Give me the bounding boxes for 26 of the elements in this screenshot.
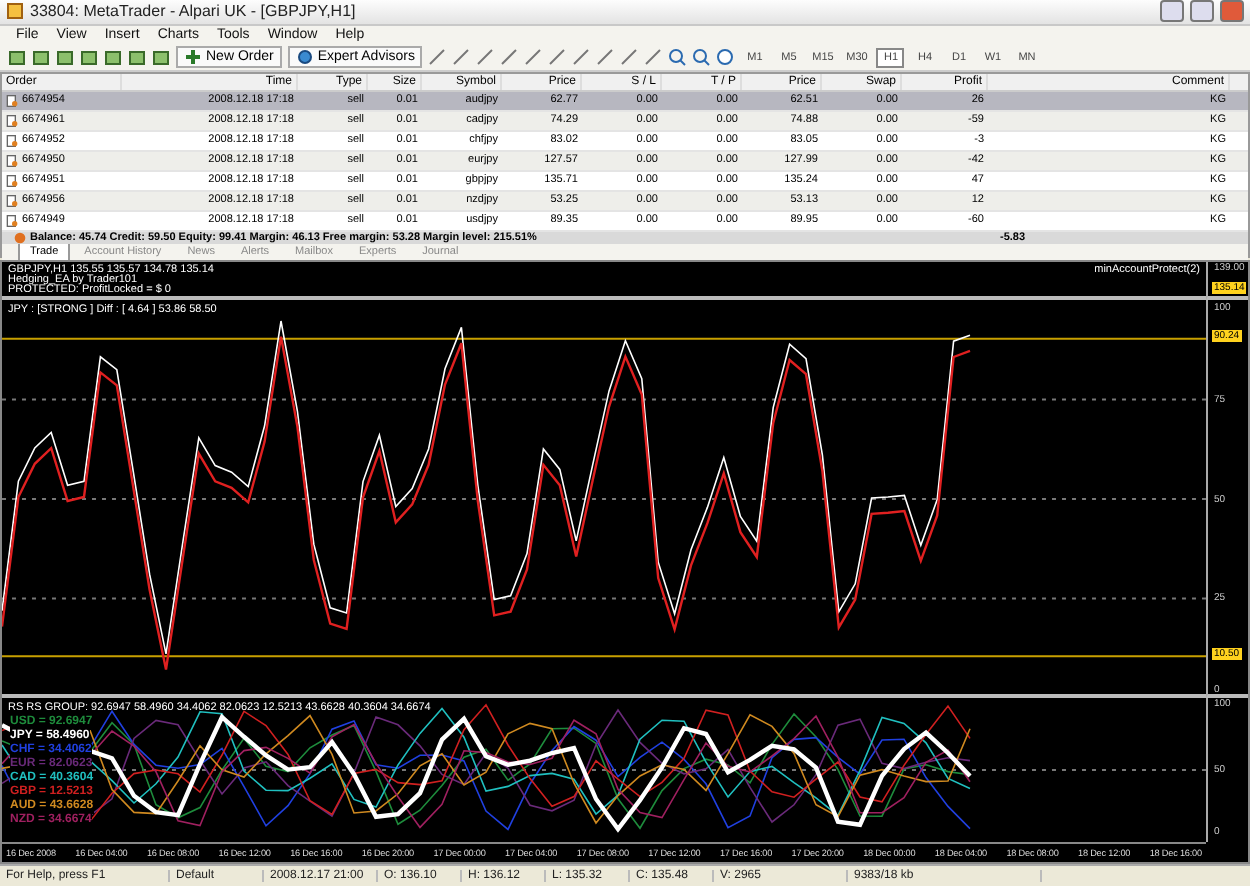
status-dot-icon (14, 231, 26, 244)
line-icon[interactable] (476, 48, 495, 66)
window-title: 33804: MetaTrader - Alpari UK - [GBPJPY,H1] (30, 2, 358, 21)
document-icon (6, 173, 18, 188)
line-icon[interactable] (572, 48, 591, 66)
document-icon (6, 93, 18, 108)
maximize-button[interactable] (1190, 0, 1214, 23)
app-icon (6, 2, 24, 21)
zoom-out-icon[interactable] (692, 48, 711, 66)
line-icon[interactable] (500, 48, 519, 66)
line-icon[interactable] (596, 48, 615, 66)
document-icon (6, 193, 18, 208)
minimize-button[interactable] (1160, 0, 1184, 23)
line-icon[interactable] (428, 48, 447, 66)
document-icon (6, 153, 18, 168)
close-button[interactable] (1220, 0, 1244, 23)
line-icon[interactable] (548, 48, 567, 66)
plus-icon (184, 48, 202, 66)
line-icon[interactable] (452, 48, 471, 66)
line-icon[interactable] (524, 48, 543, 66)
line-icon[interactable] (620, 48, 639, 66)
document-icon (6, 213, 18, 228)
zoom-in-icon[interactable] (668, 48, 687, 66)
document-icon (6, 133, 18, 148)
line-icon[interactable] (644, 48, 663, 66)
document-icon (6, 113, 18, 128)
